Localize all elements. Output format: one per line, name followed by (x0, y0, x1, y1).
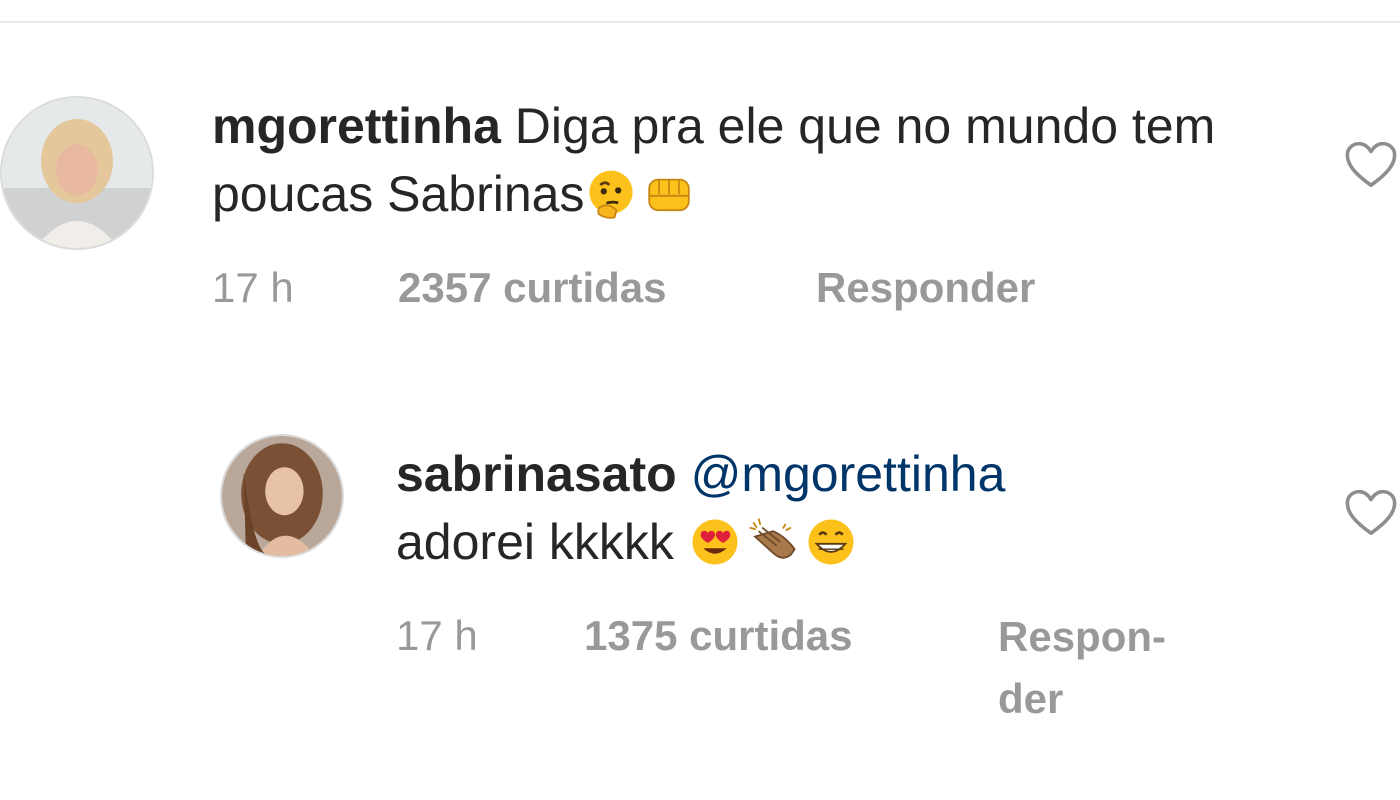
oncoming-fist-emoji (642, 167, 696, 221)
avatar-photo (2, 98, 152, 248)
thinking-face-emoji (584, 167, 638, 221)
reply-label-line1: Respon- (998, 613, 1166, 660)
grinning-face-emoji (804, 515, 858, 569)
comment-username[interactable]: mgorettinha (212, 98, 501, 154)
comment-time: 17 h (212, 264, 294, 311)
comment-likes-count[interactable]: 1375 curtidas (584, 606, 853, 666)
mention-link[interactable]: @mgorettinha (691, 446, 1006, 502)
avatar-photo (222, 436, 342, 556)
comment-body: adorei kkkkk (396, 514, 674, 570)
reply-label-line2: der (998, 675, 1064, 722)
reply-button[interactable]: Responder (816, 258, 1035, 318)
comment-username[interactable]: sabrinasato (396, 446, 677, 502)
heart-eyes-emoji (688, 515, 742, 569)
clapping-hands-emoji (746, 515, 800, 569)
comments-panel: mgorettinha Diga pra ele que no mundo te… (0, 0, 1400, 800)
comment-time: 17 h (396, 612, 478, 659)
comment-text: mgorettinha Diga pra ele que no mundo te… (212, 92, 1312, 228)
comment-text: sabrinasato @mgorettinha adorei kkkkk (396, 440, 1296, 576)
avatar[interactable] (0, 96, 154, 250)
like-heart-icon[interactable] (1344, 488, 1398, 538)
comment-likes-count[interactable]: 2357 curtidas (398, 258, 667, 318)
reply-button[interactable]: Respon-der (998, 606, 1218, 730)
top-divider (0, 21, 1400, 23)
avatar[interactable] (220, 434, 344, 558)
like-heart-icon[interactable] (1344, 140, 1398, 190)
